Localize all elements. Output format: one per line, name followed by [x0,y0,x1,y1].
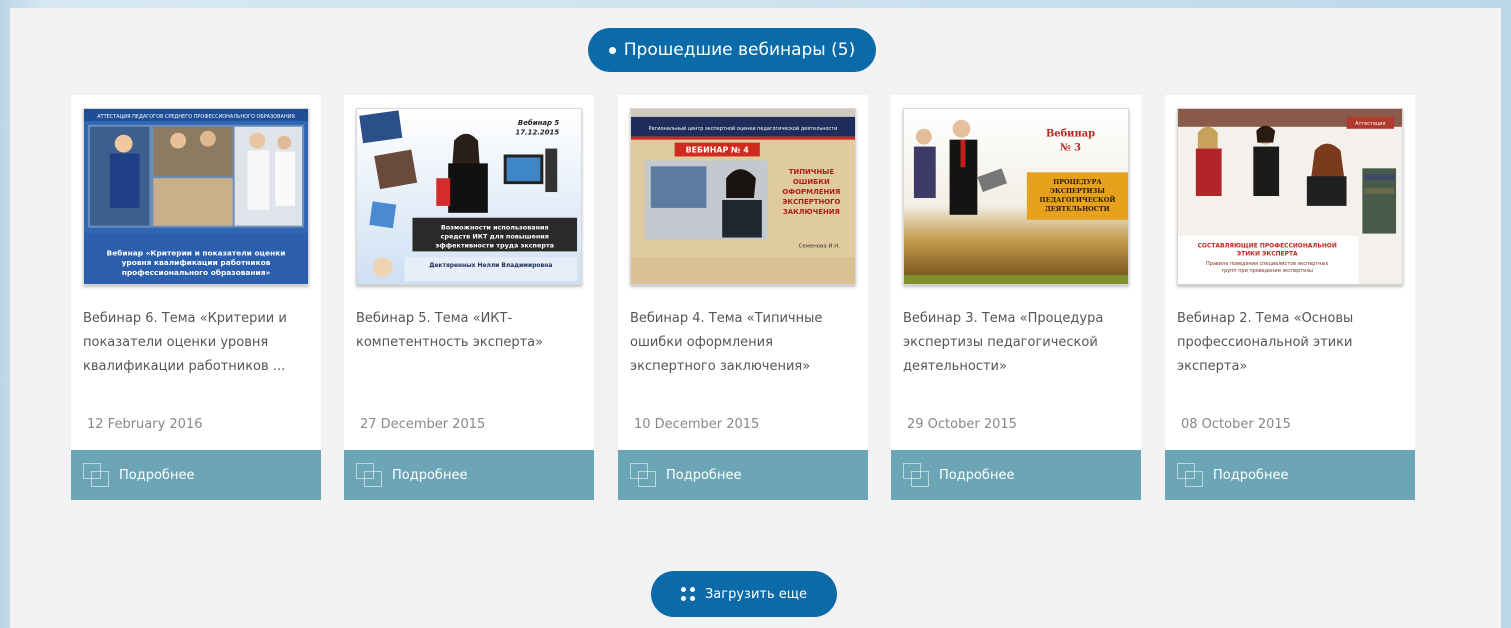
card-date: 12 February 2016 [87,417,203,432]
svg-text:ОФОРМЛЕНИЯ: ОФОРМЛЕНИЯ [782,188,840,196]
more-label: Подробнее [392,467,468,483]
card-title[interactable]: Вебинар 5. Тема «ИКТ-компетентность эксп… [356,307,584,355]
more-label: Подробнее [119,467,195,483]
copy-icon [83,463,109,487]
webinar-card[interactable]: Региональный центр экспертной оценки пед… [618,95,868,500]
thumb-badge-date: № 3 [1060,143,1081,154]
grid-icon [680,587,695,601]
svg-text:ОШИБКИ: ОШИБКИ [793,178,830,186]
past-webinars-tab[interactable]: Прошедшие вебинары (5) [588,28,876,72]
more-label: Подробнее [1213,467,1289,483]
svg-text:ЭТИКИ ЭКСПЕРТА: ЭТИКИ ЭКСПЕРТА [1237,250,1298,257]
card-date: 10 December 2015 [634,417,760,432]
svg-text:средств ИКТ для повышения: средств ИКТ для повышения [441,233,549,241]
card-date: 08 October 2015 [1181,417,1291,432]
thumb-author: Семенова И.Н. [799,243,841,249]
webinar-card[interactable]: Аттестация СОСТАВЛЯЮЩИЕ ПРОФЕССИОНАЛЬНОЙ… [1165,95,1415,500]
load-more-button[interactable]: Загрузить еще [651,571,837,617]
webinar-thumbnail[interactable]: Вебинар 5 17.12.2015 Возможности использ… [356,108,582,285]
copy-icon [356,463,382,487]
webinar-card[interactable]: Вебинар № 3 ПРОЦЕДУРА ЭКСПЕРТИЗЫ ПЕДАГОГ… [891,95,1141,500]
thumb-badge: Вебинар [1046,129,1095,140]
thumb-header-text: АТТЕСТАЦИЯ ПЕДАГОГОВ СРЕДНЕГО ПРОФЕССИОН… [97,114,295,120]
svg-text:Правила поведения специалистов: Правила поведения специалистов экспертны… [1206,261,1328,267]
copy-icon [630,463,656,487]
svg-text:СОСТАВЛЯЮЩИЕ ПРОФЕССИОНАЛЬНОЙ: СОСТАВЛЯЮЩИЕ ПРОФЕССИОНАЛЬНОЙ [1198,241,1337,249]
thumb-badge: Вебинар 5 [518,119,559,127]
svg-text:Возможности использования: Возможности использования [441,224,549,232]
more-button[interactable]: Подробнее [71,450,321,500]
card-date: 27 December 2015 [360,417,486,432]
svg-text:ДЕЯТЕЛЬНОСТИ: ДЕЯТЕЛЬНОСТИ [1045,205,1110,213]
webinar-thumbnail[interactable]: Региональный центр экспертной оценки пед… [630,108,856,285]
webinar-card[interactable]: АТТЕСТАЦИЯ ПЕДАГОГОВ СРЕДНЕГО ПРОФЕССИОН… [71,95,321,500]
svg-text:профессионального образования»: профессионального образования» [122,268,271,277]
svg-text:ЭКСПЕРТНОГО: ЭКСПЕРТНОГО [782,198,840,206]
section-title: Прошедшие вебинары (5) [623,40,856,60]
more-button[interactable]: Подробнее [1165,450,1415,500]
svg-text:ЗАКЛЮЧЕНИЯ: ЗАКЛЮЧЕНИЯ [783,208,840,216]
svg-text:ТИПИЧНЫЕ: ТИПИЧНЫЕ [789,168,835,176]
thumb-header-text: Региональный центр экспертной оценки пед… [649,125,838,132]
card-title[interactable]: Вебинар 2. Тема «Основы профессиональной… [1177,307,1405,379]
svg-text:ПЕДАГОГИЧЕСКОЙ: ПЕДАГОГИЧЕСКОЙ [1039,194,1115,204]
bullet-icon [608,46,616,54]
svg-text:Вебинар «Критерии и показатели: Вебинар «Критерии и показатели оценки [107,248,286,257]
webinar-thumbnail[interactable]: Аттестация СОСТАВЛЯЮЩИЕ ПРОФЕССИОНАЛЬНОЙ… [1177,108,1403,285]
more-label: Подробнее [939,467,1015,483]
thumb-badge: ВЕБИНАР № 4 [686,146,750,155]
load-more-label: Загрузить еще [704,586,808,602]
card-date: 29 October 2015 [907,417,1017,432]
more-label: Подробнее [666,467,742,483]
webinar-card[interactable]: Вебинар 5 17.12.2015 Возможности использ… [344,95,594,500]
svg-text:уровня квалификации работников: уровня квалификации работников [122,258,271,267]
copy-icon [903,463,929,487]
card-title[interactable]: Вебинар 3. Тема «Процедура экспертизы пе… [903,307,1131,379]
more-button[interactable]: Подробнее [891,450,1141,500]
svg-text:ПРОЦЕДУРА: ПРОЦЕДУРА [1053,178,1102,186]
svg-text:эффективности труда эксперта: эффективности труда эксперта [436,241,554,249]
more-button[interactable]: Подробнее [344,450,594,500]
webinar-thumbnail[interactable]: Вебинар № 3 ПРОЦЕДУРА ЭКСПЕРТИЗЫ ПЕДАГОГ… [903,108,1129,285]
card-title[interactable]: Вебинар 4. Тема «Типичные ошибки оформле… [630,307,858,379]
copy-icon [1177,463,1203,487]
more-button[interactable]: Подробнее [618,450,868,500]
thumb-badge: Аттестация [1355,121,1385,127]
webinar-thumbnail[interactable]: АТТЕСТАЦИЯ ПЕДАГОГОВ СРЕДНЕГО ПРОФЕССИОН… [83,108,309,285]
svg-text:ЭКСПЕРТИЗЫ: ЭКСПЕРТИЗЫ [1050,187,1105,195]
thumb-badge-date: 17.12.2015 [515,129,559,137]
thumb-author: Дектяренных Нелли Владимировна [429,262,552,269]
svg-text:групп при проведении экспертиз: групп при проведении экспертизы [1222,268,1313,274]
card-title[interactable]: Вебинар 6. Тема «Критерии и показатели о… [83,307,311,379]
